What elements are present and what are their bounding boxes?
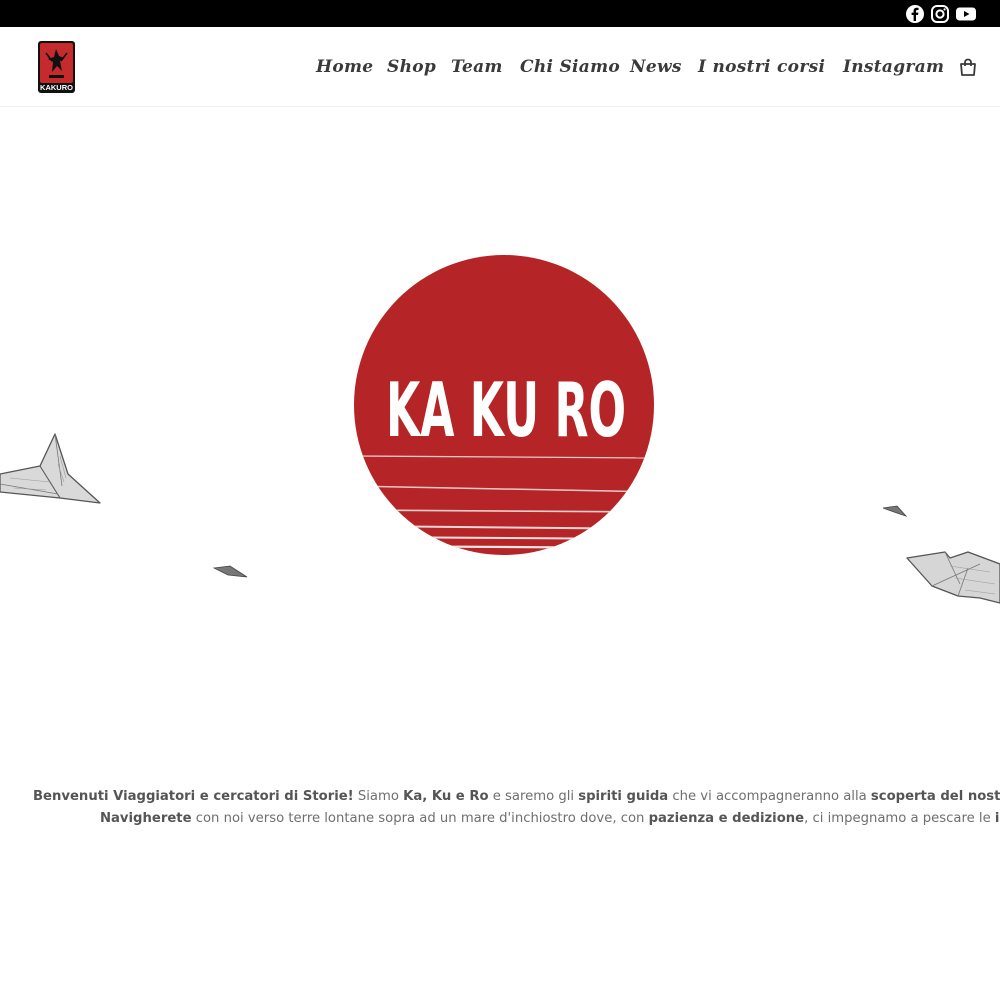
nav-chi-siamo[interactable]: Chi Siamo (520, 57, 620, 77)
welcome-segment: spiriti guida (578, 789, 669, 804)
nav-instagram[interactable]: Instagram (843, 57, 944, 77)
welcome-segment: Benvenuti Viaggiatori e cercatori di Sto… (33, 789, 354, 804)
shopping-bag-icon[interactable] (958, 57, 978, 77)
welcome-segment: che vi accompagneranno alla (668, 789, 871, 804)
hero-title: KA KU RO (386, 366, 626, 454)
nav-corsi[interactable]: I nostri corsi (698, 57, 825, 77)
welcome-segment: Siamo (353, 789, 404, 804)
welcome-segment: scoperta del nostro piccolo e prezio (870, 789, 1000, 804)
welcome-text-line-1: Benvenuti Viaggiatori e cercatori di Sto… (33, 786, 1000, 808)
facebook-icon[interactable] (905, 4, 925, 24)
welcome-segment: con noi verso terre lontane sopra ad un … (191, 811, 649, 826)
welcome-segment: pazienza e dedizione (648, 811, 805, 826)
paper-plane-right (906, 551, 1000, 604)
welcome-segment: Ka, Ku e Ro (403, 789, 489, 804)
nav-home[interactable]: Home (316, 57, 373, 77)
welcome-text-line-2: Navigherete con noi verso terre lontane … (100, 808, 1000, 830)
instagram-icon[interactable] (930, 4, 950, 24)
nav-team[interactable]: Team (451, 57, 503, 77)
top-bar (0, 0, 1000, 27)
welcome-segment: e saremo gli (488, 789, 579, 804)
welcome-segment: Navigherete (100, 811, 192, 826)
nav-shop[interactable]: Shop (387, 57, 436, 77)
youtube-icon[interactable] (955, 4, 977, 24)
hero-section: KA KU RO (0, 255, 1000, 604)
welcome-segment: , ci impegnamo a pescare le (804, 811, 995, 826)
logo-text: KAKURO (40, 83, 73, 92)
paper-fragment-left (212, 565, 248, 578)
page: KAKURO Home Shop Team Chi Siamo News I n… (0, 0, 1000, 1000)
paper-fragment-right (882, 505, 908, 517)
kakuro-logo[interactable]: KAKURO (38, 41, 75, 93)
nav-news[interactable]: News (630, 57, 682, 77)
site-header: KAKURO Home Shop Team Chi Siamo News I n… (0, 27, 1000, 107)
paper-plane-left (0, 433, 101, 504)
welcome-segment: idee migliori (994, 811, 1000, 826)
